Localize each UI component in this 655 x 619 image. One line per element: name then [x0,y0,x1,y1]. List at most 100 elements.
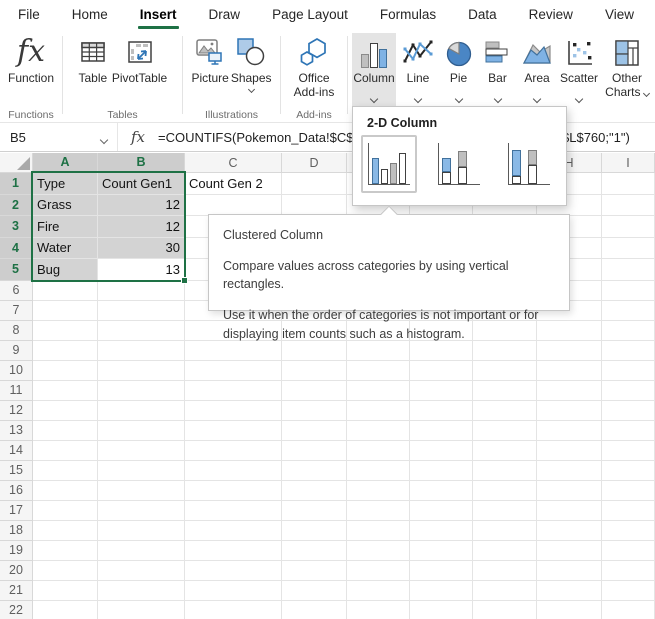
cell-C16[interactable] [185,481,282,501]
cell-B17[interactable] [98,501,185,521]
row-header-21[interactable]: 21 [0,581,33,601]
menu-tab-draw[interactable]: Draw [193,0,257,30]
cell-B10[interactable] [98,361,185,381]
cell-G16[interactable] [473,481,537,501]
menu-tab-review[interactable]: Review [513,0,589,30]
cell-E14[interactable] [347,441,410,461]
cell-B3[interactable]: 12 [98,216,185,238]
cell-I18[interactable] [602,521,655,541]
cell-D1[interactable] [282,173,347,195]
cell-G15[interactable] [473,461,537,481]
cell-E13[interactable] [347,421,410,441]
cell-I13[interactable] [602,421,655,441]
line-chart-button[interactable]: Line [399,33,437,107]
cell-I11[interactable] [602,381,655,401]
cell-I21[interactable] [602,581,655,601]
cell-F11[interactable] [410,381,473,401]
cell-I1[interactable] [602,173,655,195]
cell-D11[interactable] [282,381,347,401]
cell-I14[interactable] [602,441,655,461]
cell-I22[interactable] [602,601,655,619]
cell-B22[interactable] [98,601,185,619]
cell-A8[interactable] [33,321,98,341]
cell-A9[interactable] [33,341,98,361]
cell-A22[interactable] [33,601,98,619]
cell-H22[interactable] [537,601,602,619]
cell-G21[interactable] [473,581,537,601]
row-header-22[interactable]: 22 [0,601,33,619]
cell-C15[interactable] [185,461,282,481]
cell-D12[interactable] [282,401,347,421]
cell-I16[interactable] [602,481,655,501]
cell-F10[interactable] [410,361,473,381]
row-header-11[interactable]: 11 [0,381,33,401]
cell-B16[interactable] [98,481,185,501]
shapes-button[interactable]: Shapes [231,30,272,92]
cell-A2[interactable]: Grass [33,195,98,217]
cell-B14[interactable] [98,441,185,461]
cell-F20[interactable] [410,561,473,581]
cell-C10[interactable] [185,361,282,381]
cell-E17[interactable] [347,501,410,521]
cell-A7[interactable] [33,301,98,321]
cell-D20[interactable] [282,561,347,581]
cell-B1[interactable]: Count Gen1 [98,173,185,195]
menu-tab-file[interactable]: File [2,0,56,30]
cell-B4[interactable]: 30 [98,238,185,260]
cell-C11[interactable] [185,381,282,401]
cell-C14[interactable] [185,441,282,461]
cell-C18[interactable] [185,521,282,541]
cell-B15[interactable] [98,461,185,481]
cell-A13[interactable] [33,421,98,441]
area-chart-button[interactable]: Area [518,33,556,107]
cell-B2[interactable]: 12 [98,195,185,217]
menu-tab-view[interactable]: View [589,0,650,30]
row-header-17[interactable]: 17 [0,501,33,521]
stacked-column-option[interactable] [431,135,487,193]
menu-tab-formulas[interactable]: Formulas [364,0,452,30]
cell-I20[interactable] [602,561,655,581]
cell-B8[interactable] [98,321,185,341]
cell-I3[interactable] [602,216,655,238]
cell-A10[interactable] [33,361,98,381]
cell-I5[interactable] [602,259,655,281]
row-header-7[interactable]: 7 [0,301,33,321]
cell-A11[interactable] [33,381,98,401]
cell-G10[interactable] [473,361,537,381]
cell-F18[interactable] [410,521,473,541]
cell-E22[interactable] [347,601,410,619]
cell-A20[interactable] [33,561,98,581]
cell-A17[interactable] [33,501,98,521]
cell-F14[interactable] [410,441,473,461]
cell-C12[interactable] [185,401,282,421]
cell-I17[interactable] [602,501,655,521]
cell-G18[interactable] [473,521,537,541]
cell-E19[interactable] [347,541,410,561]
cell-D10[interactable] [282,361,347,381]
cell-E21[interactable] [347,581,410,601]
cell-E16[interactable] [347,481,410,501]
cell-C1[interactable]: Count Gen 2 [185,173,282,195]
cell-F13[interactable] [410,421,473,441]
cell-C9[interactable] [185,341,282,361]
row-header-6[interactable]: 6 [0,281,33,301]
column-header-B[interactable]: B [98,153,185,173]
cell-C20[interactable] [185,561,282,581]
cell-D21[interactable] [282,581,347,601]
cell-H21[interactable] [537,581,602,601]
table-button[interactable]: Table [78,30,108,85]
cell-C19[interactable] [185,541,282,561]
cell-A21[interactable] [33,581,98,601]
pie-chart-button[interactable]: Pie [440,33,477,107]
row-header-15[interactable]: 15 [0,461,33,481]
cell-E10[interactable] [347,361,410,381]
cell-H14[interactable] [537,441,602,461]
cell-B21[interactable] [98,581,185,601]
cell-E12[interactable] [347,401,410,421]
cell-E15[interactable] [347,461,410,481]
cell-H19[interactable] [537,541,602,561]
picture-button[interactable]: Picture [191,30,228,92]
cell-D17[interactable] [282,501,347,521]
cell-E11[interactable] [347,381,410,401]
cell-A4[interactable]: Water [33,238,98,260]
